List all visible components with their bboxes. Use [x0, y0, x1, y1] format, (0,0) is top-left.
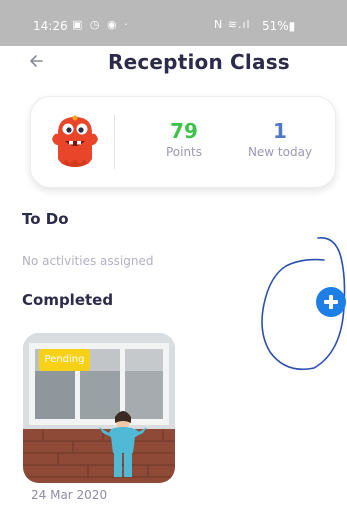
- completed-activity-card[interactable]: Pending: [23, 333, 175, 483]
- todo-heading: To Do: [22, 210, 69, 228]
- completed-heading: Completed: [22, 291, 114, 309]
- new-today-value: 1: [273, 119, 287, 143]
- arrow-left-icon: [30, 55, 43, 67]
- points-label: Points: [165, 145, 203, 159]
- signal-icons: N ≋.ıl: [214, 18, 251, 31]
- points-value: 79: [170, 119, 198, 143]
- status-bar: 14:26 ▣ ◷ ◉ · N ≋.ıl 51%▮: [0, 0, 347, 46]
- status-time: 14:26: [33, 19, 68, 33]
- points-stat: 79 Points: [159, 119, 209, 159]
- activity-date: 24 Mar 2020: [31, 488, 108, 502]
- back-button[interactable]: [26, 50, 48, 72]
- new-today-stat: 1 New today: [240, 119, 320, 159]
- monster-avatar[interactable]: [49, 113, 101, 169]
- stats-card: 79 Points 1 New today: [30, 96, 336, 188]
- page-title: Reception Class: [108, 50, 290, 74]
- pending-badge: Pending: [39, 349, 90, 371]
- notification-icons: ▣ ◷ ◉ ·: [72, 18, 130, 31]
- battery-indicator: 51%▮: [262, 19, 296, 33]
- todo-empty-text: No activities assigned: [22, 254, 154, 268]
- card-divider: [114, 115, 115, 169]
- new-today-label: New today: [247, 145, 313, 159]
- add-activity-button[interactable]: [316, 287, 346, 317]
